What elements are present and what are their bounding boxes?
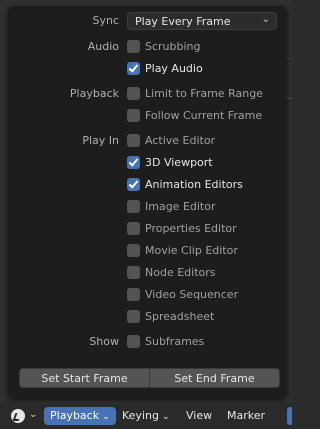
checkbox-label: Animation Editors (145, 178, 243, 191)
timeline-editor: Sync Play Every Frame ⌄ Audio Scrubbing Pl… (0, 0, 292, 429)
section-label: Playback (69, 87, 119, 100)
checkbox-properties-editor[interactable] (127, 222, 140, 235)
checkbox-label: Subframes (145, 335, 205, 348)
checkbox-label: Node Editors (145, 266, 216, 279)
checkbox-label: Movie Clip Editor (145, 244, 238, 257)
sync-dropdown-value: Play Every Frame (135, 15, 231, 28)
view-menu[interactable]: View (180, 407, 218, 425)
checkbox-animation-editors[interactable] (127, 178, 140, 191)
checkbox-label: Scrubbing (145, 40, 201, 53)
row-spreadsheet[interactable]: Spreadsheet (8, 307, 287, 327)
checkbox-label: Play Audio (145, 62, 203, 75)
section-label: Show (89, 335, 119, 348)
row-video-sequencer[interactable]: Video Sequencer (8, 285, 287, 305)
row-scrubbing[interactable]: Audio Scrubbing (8, 37, 287, 57)
row-image-editor[interactable]: Image Editor (8, 197, 287, 217)
view-menu-label: View (186, 409, 213, 422)
row-subframes[interactable]: Show Subframes (8, 332, 287, 352)
checkbox-scrubbing[interactable] (127, 40, 140, 53)
row-properties-editor[interactable]: Properties Editor (8, 219, 287, 239)
set-start-frame-button[interactable]: Set Start Frame (19, 368, 150, 388)
row-movie-clip-editor[interactable]: Movie Clip Editor (8, 241, 287, 261)
checkbox-active-editor[interactable] (127, 134, 140, 147)
checkbox-limit-to-frame-range[interactable] (127, 87, 140, 100)
row-active-editor[interactable]: Play In Active Editor (8, 131, 287, 151)
marker-menu-label: Marker (227, 409, 266, 422)
checkbox-spreadsheet[interactable] (127, 310, 140, 323)
playback-menu[interactable]: Playback ⌄ (44, 407, 116, 425)
checkbox-node-editors[interactable] (127, 266, 140, 279)
frame-range-buttons: Set Start Frame Set End Frame (19, 368, 280, 388)
chevron-down-icon: ⌄ (102, 412, 110, 422)
checkbox-label: Limit to Frame Range (145, 87, 263, 100)
row-limit-to-frame-range[interactable]: Playback Limit to Frame Range (8, 84, 287, 104)
checkbox-play-audio[interactable] (127, 62, 140, 75)
active-button-edge[interactable] (287, 407, 292, 425)
row-node-editors[interactable]: Node Editors (8, 263, 287, 283)
set-end-frame-button[interactable]: Set End Frame (150, 368, 280, 388)
sync-row: Sync Play Every Frame ⌄ (8, 11, 287, 31)
section-label: Play In (82, 134, 119, 147)
checkbox-label: Active Editor (145, 134, 216, 147)
sync-label: Sync (92, 14, 119, 27)
checkbox-subframes[interactable] (127, 335, 140, 348)
checkbox-label: Properties Editor (145, 222, 237, 235)
keying-menu[interactable]: Keying ⌄ (116, 407, 176, 425)
sync-dropdown[interactable]: Play Every Frame ⌄ (127, 12, 277, 30)
playback-menu-label: Playback (50, 409, 100, 422)
checkbox-label: 3D Viewport (145, 156, 213, 169)
checkbox-video-sequencer[interactable] (127, 288, 140, 301)
checkbox-movie-clip-editor[interactable] (127, 244, 140, 257)
chevron-down-icon: ⌄ (161, 412, 170, 422)
playback-popover: Sync Play Every Frame ⌄ Audio Scrubbing Pl… (8, 6, 287, 398)
marker-menu[interactable]: Marker (221, 407, 271, 425)
checkbox-3d-viewport[interactable] (127, 156, 140, 169)
row-play-audio[interactable]: Play Audio (8, 59, 287, 79)
chevron-down-icon: ⌄ (29, 409, 38, 420)
clock-icon (11, 409, 25, 423)
keying-menu-label: Keying (122, 409, 159, 422)
timeline-header: ⌄ Playback ⌄ Keying ⌄ View Marker (0, 403, 292, 429)
checkbox-label: Image Editor (145, 200, 216, 213)
checkbox-label: Spreadsheet (145, 310, 215, 323)
section-label: Audio (87, 40, 119, 53)
checkbox-label: Follow Current Frame (145, 109, 263, 122)
row-animation-editors[interactable]: Animation Editors (8, 175, 287, 195)
chevron-down-icon: ⌄ (261, 14, 270, 25)
editor-type-selector[interactable]: ⌄ (8, 407, 38, 425)
checkbox-follow-current-frame[interactable] (127, 109, 140, 122)
row-follow-current-frame[interactable]: Follow Current Frame (8, 106, 287, 126)
row-3d-viewport[interactable]: 3D Viewport (8, 153, 287, 173)
checkbox-image-editor[interactable] (127, 200, 140, 213)
checkbox-label: Video Sequencer (145, 288, 239, 301)
